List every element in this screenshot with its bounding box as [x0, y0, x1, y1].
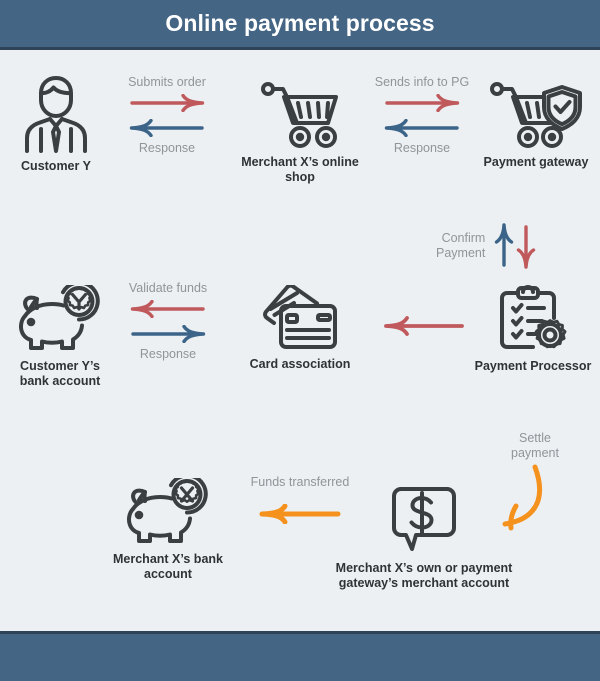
- node-label: Card association: [249, 357, 351, 371]
- connector-bank-to-card-association: Validate funds Response: [108, 281, 228, 362]
- node-label: Merchant X’s bank account: [113, 552, 223, 581]
- node-label: Merchant X’s own or payment gateway’s me…: [335, 561, 513, 590]
- node-label: Customer Y: [21, 159, 91, 173]
- connector-bottom-label: Response: [138, 141, 196, 155]
- credit-cards-icon: [263, 285, 337, 349]
- arrow-validate-funds: [108, 299, 228, 319]
- clipboard-gear-icon: [500, 285, 567, 349]
- confirm-payment-label: Confirm Payment: [436, 231, 485, 261]
- dollar-speech-bubble-icon: [392, 487, 456, 551]
- connector-top-label: Submits order: [128, 75, 206, 89]
- infographic-root: Online payment process Customer Y Submit…: [0, 0, 600, 681]
- connector-processor-to-card-association: [382, 316, 466, 336]
- connector-settle-payment: Settle payment: [480, 431, 590, 543]
- arrow-sends-info: [362, 93, 482, 113]
- node-merchant-bank: Merchant X’s bank account: [104, 478, 232, 582]
- settle-payment-label: Settle payment: [480, 431, 590, 461]
- piggy-bank-x-icon: [127, 478, 208, 543]
- connector-shop-to-gateway: Sends info to PG Response: [362, 75, 482, 156]
- header-bar: Online payment process: [0, 0, 600, 50]
- node-label: Payment Processor: [474, 359, 592, 373]
- connector-top-label: Sends info to PG: [374, 75, 470, 89]
- confirm-payment-line2: Payment: [436, 246, 486, 260]
- connector-customer-to-shop: Submits order Response: [108, 75, 226, 156]
- node-label: Merchant X’s online shop: [241, 155, 359, 184]
- arrow-response-1: [108, 118, 226, 138]
- confirm-payment-line1: Confirm: [441, 231, 486, 245]
- settle-payment-line1: Settle: [519, 431, 551, 445]
- shopping-cart-icon: [261, 82, 338, 148]
- settle-payment-line2: payment: [511, 446, 559, 460]
- node-merchant-shop: Merchant X’s online shop: [232, 81, 368, 185]
- arrow-submits-order: [108, 93, 226, 113]
- node-customer-y: Customer Y: [4, 71, 108, 174]
- node-payment-processor: Payment Processor: [466, 285, 600, 374]
- node-card-association: Card association: [238, 285, 362, 372]
- footer-bar: [0, 631, 600, 681]
- diagram-canvas: Customer Y Submits order Response Mercha…: [0, 53, 600, 631]
- node-label: Payment gateway: [483, 155, 589, 169]
- cart-shield-check-icon: [490, 82, 582, 148]
- connector-top-label: Validate funds: [128, 281, 208, 295]
- connector-bottom-label: Response: [393, 141, 451, 155]
- page-title: Online payment process: [165, 10, 435, 36]
- arrow-response-3: [108, 324, 228, 344]
- node-customer-bank: Customer Y’s bank account: [4, 285, 116, 389]
- arrow-processor-to-card: [384, 316, 464, 336]
- piggy-bank-y-icon: [19, 285, 100, 350]
- arrow-response-2: [362, 118, 482, 138]
- node-payment-gateway: Payment gateway: [472, 81, 600, 170]
- connector-gateway-confirm: Confirm Payment: [436, 223, 538, 269]
- businessman-icon: [25, 76, 87, 153]
- connector-bottom-label: Response: [139, 347, 197, 361]
- node-label: Customer Y’s bank account: [19, 359, 101, 388]
- arrow-settle-payment-curved: [502, 464, 543, 531]
- arrow-confirm-up-down: [495, 223, 536, 269]
